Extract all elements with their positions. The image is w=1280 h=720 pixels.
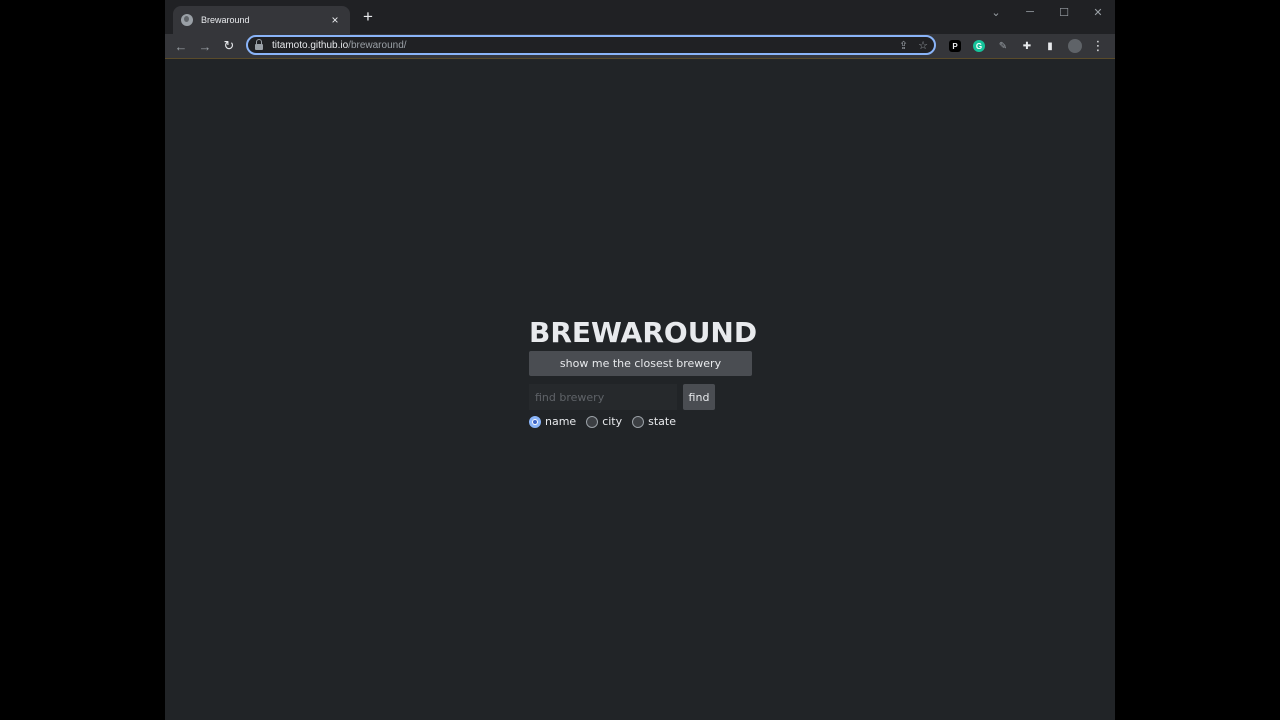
brewery-search-input[interactable] [529, 384, 677, 410]
tab-strip: Brewaround × + ⌄ ─ ☐ ✕ [165, 0, 1115, 34]
bookmark-star-icon[interactable]: ☆ [918, 39, 928, 52]
brewaround-app: BREWAROUND show me the closest brewery f… [529, 315, 758, 428]
radio-label-state: state [648, 415, 677, 428]
search-by-radio-group: name city state [529, 415, 753, 428]
radio-city[interactable] [586, 415, 599, 428]
tab-brewaround[interactable]: Brewaround × [173, 6, 350, 34]
browser-window: Brewaround × + ⌄ ─ ☐ ✕ ← → ↻ titamoto.gi… [165, 0, 1115, 720]
extensions-puzzle-icon[interactable]: ✚ [1019, 38, 1035, 54]
maximize-button[interactable]: ☐ [1047, 0, 1081, 24]
grammarly-extension-icon[interactable]: G [973, 40, 985, 52]
closest-brewery-button[interactable]: show me the closest brewery [529, 351, 752, 376]
radio-option-name[interactable]: name [529, 415, 576, 428]
tab-title: Brewaround [201, 15, 250, 25]
radio-state[interactable] [632, 415, 645, 428]
tab-search-chevron-icon[interactable]: ⌄ [979, 0, 1013, 24]
feather-extension-icon[interactable]: ✎ [995, 38, 1011, 54]
close-window-button[interactable]: ✕ [1081, 0, 1115, 24]
back-button[interactable]: ← [171, 36, 191, 56]
extension-p-icon[interactable]: P [949, 40, 961, 52]
tab-close-icon[interactable]: × [328, 13, 342, 27]
side-panel-icon[interactable]: ▮ [1042, 38, 1058, 54]
address-bar[interactable]: titamoto.github.io/brewaround/ ⇪ ☆ [246, 35, 936, 55]
new-tab-button[interactable]: + [360, 8, 376, 25]
radio-option-state[interactable]: state [632, 415, 676, 428]
radio-label-name: name [545, 415, 577, 428]
search-row: find [529, 384, 753, 410]
lock-icon[interactable] [254, 39, 264, 51]
globe-icon [181, 14, 193, 26]
radio-name[interactable] [529, 415, 541, 428]
window-controls: ⌄ ─ ☐ ✕ [979, 0, 1115, 24]
share-icon[interactable]: ⇪ [899, 39, 908, 52]
radio-option-city[interactable]: city [586, 415, 622, 428]
find-button[interactable]: find [683, 384, 715, 410]
page-viewport: BREWAROUND show me the closest brewery f… [165, 59, 1115, 720]
app-title: BREWAROUND [529, 316, 758, 349]
radio-label-city: city [602, 415, 623, 428]
url-text[interactable]: titamoto.github.io/brewaround/ [272, 40, 889, 51]
menu-kebab-icon[interactable]: ⋮ [1090, 38, 1106, 54]
reload-button[interactable]: ↻ [219, 36, 239, 56]
profile-avatar[interactable] [1068, 39, 1082, 53]
forward-button[interactable]: → [195, 36, 215, 56]
minimize-button[interactable]: ─ [1013, 0, 1047, 24]
browser-toolbar: ← → ↻ titamoto.github.io/brewaround/ ⇪ ☆… [165, 34, 1115, 59]
